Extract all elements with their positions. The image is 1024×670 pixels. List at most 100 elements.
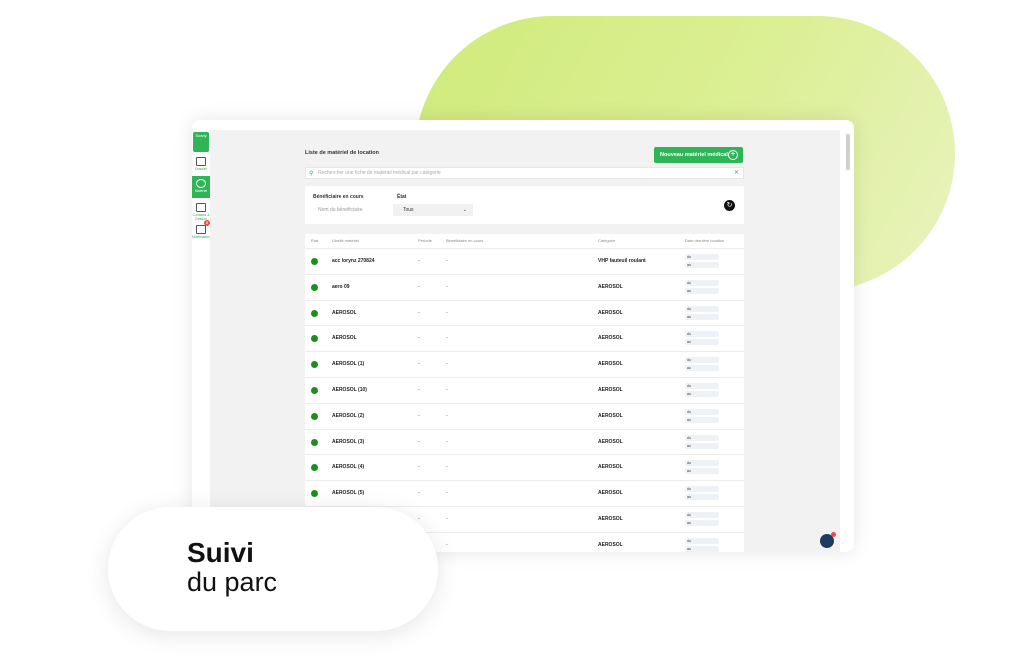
sidebar-item-materiel[interactable]: Matériel: [192, 176, 210, 198]
chat-badge: [831, 532, 836, 537]
sidebar-item-label: Matériel: [194, 189, 208, 193]
category: AEROSOL: [598, 309, 623, 316]
category: VHP fauteuil roulant: [598, 258, 646, 264]
category: AEROSOL: [598, 516, 623, 522]
sidebar-item-label: Notifications: [192, 235, 212, 239]
table-row[interactable]: AEROSOL (5) - - AEROSOL du au: [305, 480, 744, 507]
period: -: [418, 361, 420, 368]
date-from-field[interactable]: du: [685, 305, 719, 312]
status-dot: [311, 335, 318, 343]
beneficiary: -: [446, 438, 448, 445]
chevron-down-icon: ⌄: [462, 207, 467, 213]
new-equipment-button[interactable]: Nouveau matériel médical +: [654, 147, 743, 163]
reset-filters-button[interactable]: ↻: [724, 200, 735, 211]
date-to-field[interactable]: au: [685, 339, 719, 346]
beneficiary-filter-label: Bénéficiaire en cours: [313, 194, 364, 200]
date-from-field[interactable]: du: [685, 357, 719, 364]
sidebar: Soarly Dossier Matériel Contacts & Gesti…: [192, 130, 212, 552]
equipment-name: AEROSOL (3): [332, 438, 365, 445]
date-from-field[interactable]: du: [685, 279, 719, 286]
state-filter-label: État: [397, 194, 407, 200]
status-dot: [311, 258, 318, 265]
period: -: [418, 464, 420, 471]
sidebar-item-contacts[interactable]: Contacts & Gestion: [192, 200, 210, 222]
beneficiary: -: [446, 387, 448, 393]
category: AEROSOL: [598, 464, 623, 471]
col-header-category[interactable]: Catégorie: [598, 238, 615, 243]
state-filter-select[interactable]: Tous ⌄: [393, 204, 473, 216]
period: -: [418, 335, 420, 342]
feature-card: Suivi du parc: [108, 507, 438, 631]
beneficiary: -: [446, 309, 448, 316]
date-from-field[interactable]: du: [685, 512, 719, 518]
category: AEROSOL: [598, 335, 623, 342]
table-row[interactable]: AEROSOL (2) - - AEROSOL du au: [305, 402, 744, 430]
equipment-name: AEROSOL (10): [332, 387, 367, 393]
date-to-field[interactable]: au: [685, 313, 719, 320]
date-from-field[interactable]: du: [685, 254, 719, 260]
status-dot: [311, 283, 318, 291]
beneficiary: -: [446, 283, 448, 290]
chat-widget-button[interactable]: [820, 532, 836, 548]
category: AEROSOL: [598, 283, 623, 290]
beneficiary: -: [446, 516, 448, 522]
card-subtitle: du parc: [187, 567, 278, 597]
table-row[interactable]: acc lorynz 270824 - - VHP fauteuil roulant d…: [305, 248, 744, 275]
table-row[interactable]: AEROSOL (3) - - AEROSOL du au: [305, 428, 744, 456]
col-header-last-rental[interactable]: Date dernière location: [685, 238, 724, 243]
date-from-field[interactable]: du: [685, 486, 719, 493]
date-from-field[interactable]: du: [685, 331, 719, 338]
date-to-field[interactable]: au: [685, 262, 719, 268]
date-to-field[interactable]: au: [685, 287, 719, 294]
equipment-name: acc lorynz 270824: [332, 258, 375, 264]
date-to-field[interactable]: au: [685, 391, 719, 397]
table-row[interactable]: AEROSOL - - AEROSOL du au: [305, 299, 744, 327]
equipment-name: AEROSOL (2): [332, 412, 365, 419]
beneficiary: -: [446, 541, 448, 548]
date-to-field[interactable]: au: [685, 416, 719, 423]
app-logo: Soarly: [193, 132, 209, 152]
period: -: [418, 412, 420, 419]
date-to-field[interactable]: au: [685, 545, 719, 552]
beneficiary: -: [446, 464, 448, 471]
clear-icon[interactable]: ✕: [734, 168, 739, 178]
col-header-label[interactable]: Libellé matériel: [332, 238, 359, 243]
date-to-field[interactable]: au: [685, 494, 719, 501]
status-dot: [311, 309, 318, 317]
scrollbar[interactable]: [846, 134, 850, 170]
plus-icon: +: [728, 150, 738, 160]
date-from-field[interactable]: du: [685, 537, 719, 544]
date-to-field[interactable]: au: [685, 365, 719, 372]
folder-icon: [196, 157, 206, 166]
period: -: [418, 438, 420, 445]
table-row[interactable]: aero 09 - - AEROSOL du au: [305, 273, 744, 301]
date-to-field[interactable]: au: [685, 442, 719, 449]
col-header-beneficiary[interactable]: Bénéficiaire en cours: [446, 238, 483, 243]
state-filter-value: Tous: [403, 207, 414, 213]
equipment-name: AEROSOL: [332, 309, 357, 316]
col-header-period[interactable]: Période: [418, 238, 432, 243]
category: AEROSOL: [598, 541, 623, 548]
date-to-field[interactable]: au: [685, 468, 719, 475]
date-from-field[interactable]: du: [685, 383, 719, 389]
table-row[interactable]: AEROSOL (10) - - AEROSOL du au: [305, 377, 744, 404]
period: -: [418, 283, 420, 290]
table-row[interactable]: AEROSOL (1) - - AEROSOL du au: [305, 351, 744, 378]
date-from-field[interactable]: du: [685, 408, 719, 415]
equipment-name: AEROSOL (5): [332, 490, 365, 497]
date-to-field[interactable]: au: [685, 520, 719, 526]
sidebar-item-dossier[interactable]: Dossier: [192, 154, 210, 176]
col-header-state[interactable]: État: [311, 238, 318, 243]
search-input[interactable]: ⚲ Rechercher une fiche de matériel médic…: [305, 167, 744, 179]
status-dot: [311, 438, 318, 446]
date-from-field[interactable]: du: [685, 460, 719, 467]
category: AEROSOL: [598, 361, 623, 368]
beneficiary-filter-input[interactable]: Nom du bénéficiaire: [308, 204, 393, 216]
table-header: État Libellé matériel Période Bénéficiai…: [305, 234, 744, 246]
beneficiary: -: [446, 490, 448, 497]
date-from-field[interactable]: du: [685, 434, 719, 441]
category: AEROSOL: [598, 387, 623, 393]
table-row[interactable]: AEROSOL - - AEROSOL du au: [305, 325, 744, 352]
status-dot: [311, 490, 318, 498]
table-row[interactable]: AEROSOL (4) - - AEROSOL du au: [305, 454, 744, 481]
